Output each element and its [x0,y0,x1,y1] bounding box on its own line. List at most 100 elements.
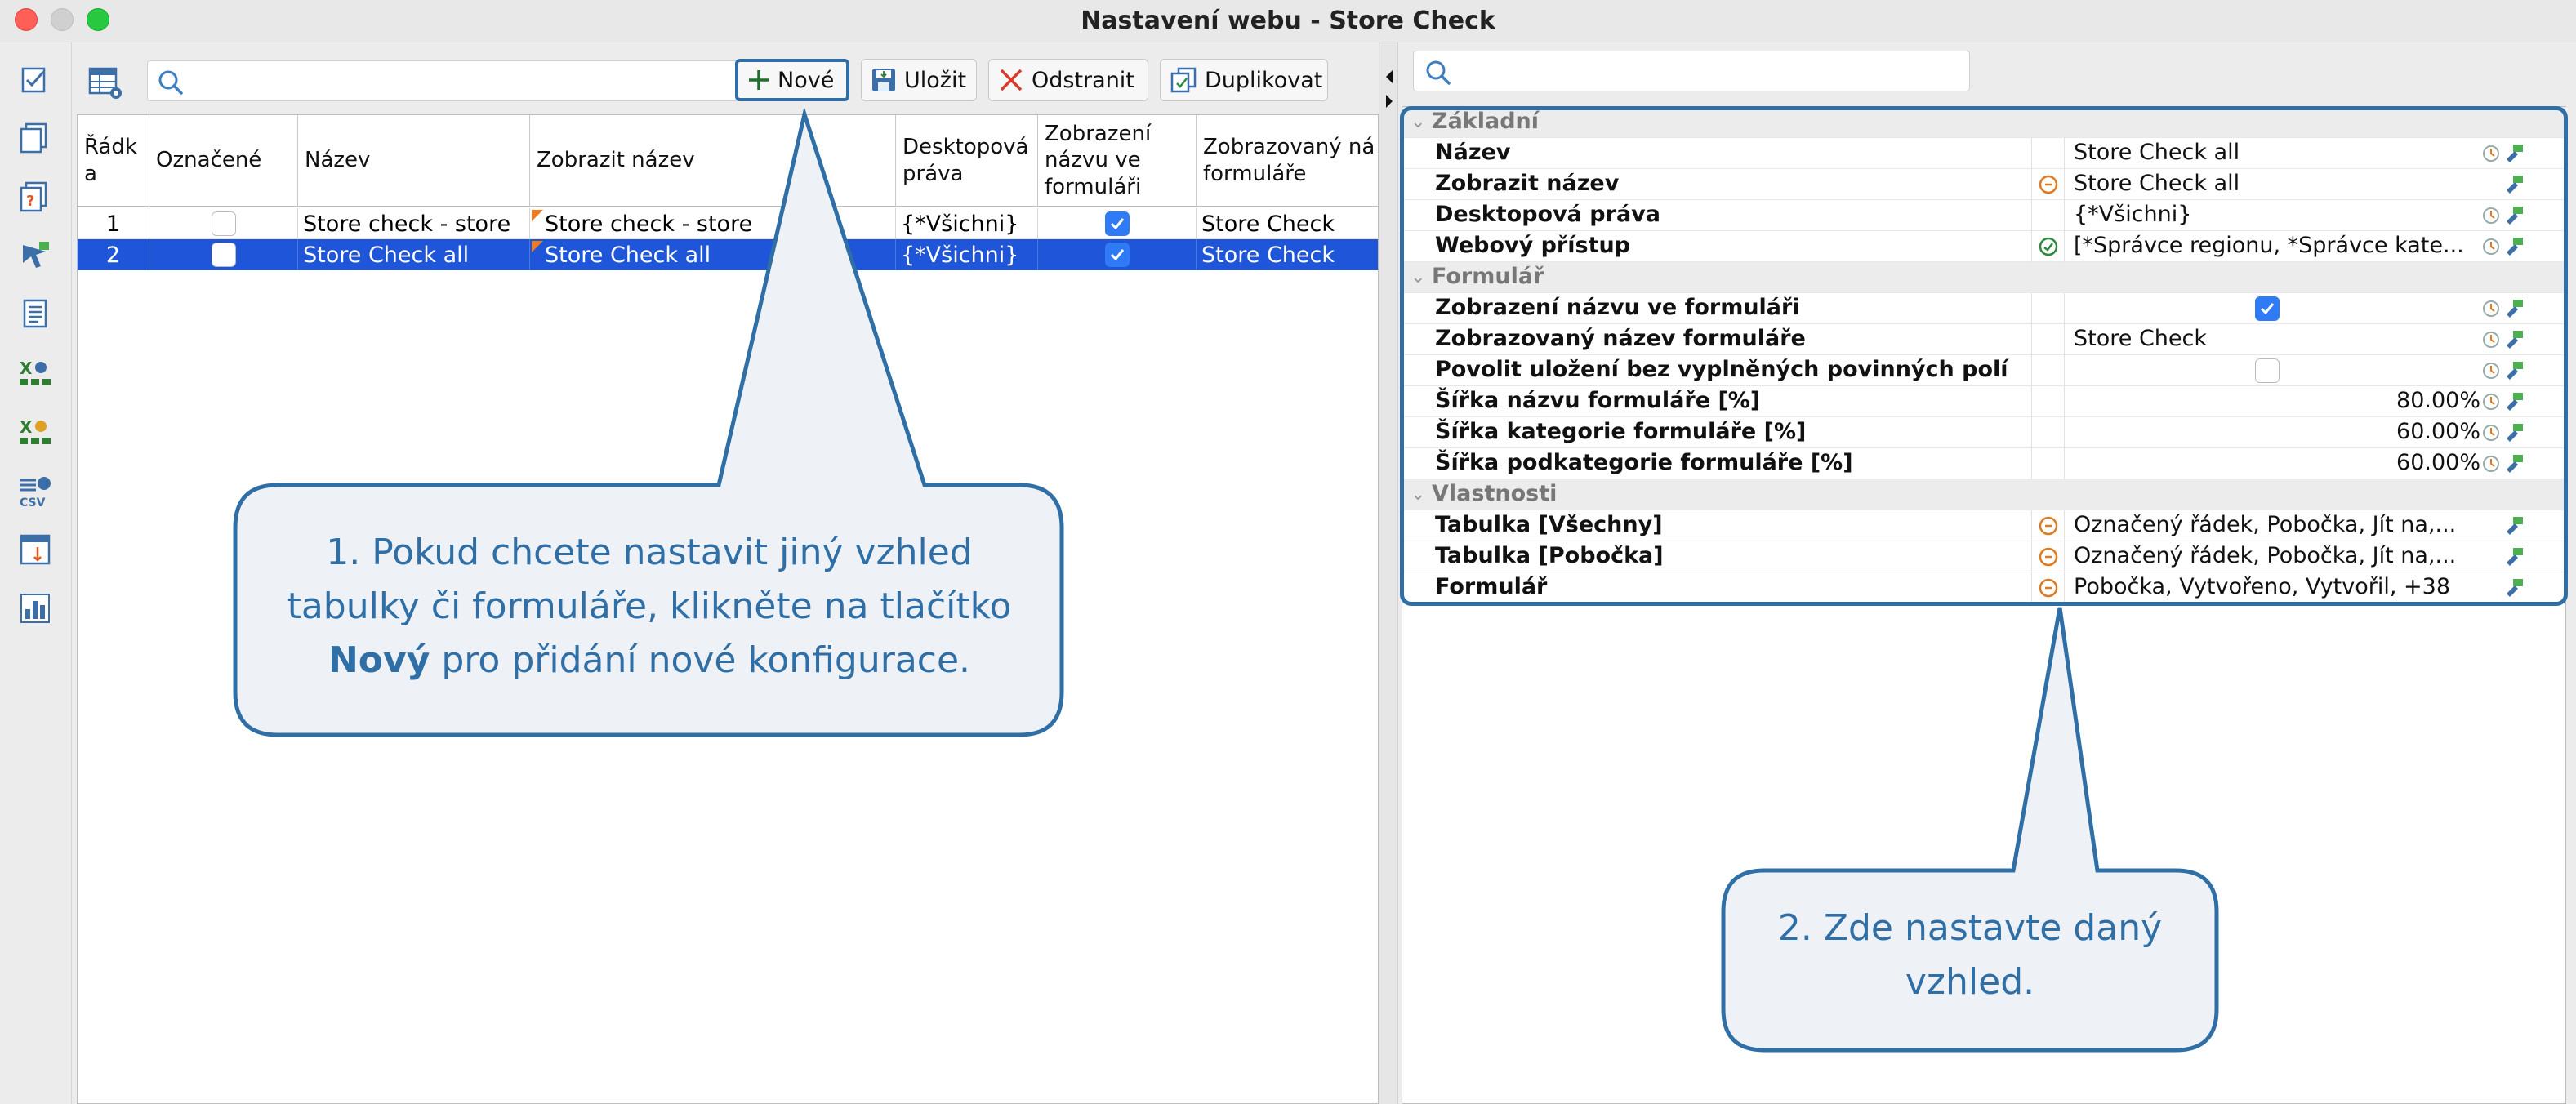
property-value[interactable]: {*Všichni} [2074,202,2191,227]
web-access-icon [2039,237,2058,256]
reset-icon[interactable] [2480,298,2502,319]
reset-icon[interactable] [2480,360,2502,381]
column-header-form-display-name[interactable]: Zobrazovaný ná formuláře [1197,115,1378,207]
property-label: Desktopová práva [1435,202,1660,227]
export-xo-icon[interactable]: X [16,354,54,392]
reset-icon[interactable] [2480,236,2502,257]
allow-save-without-required-checkbox[interactable] [2255,358,2280,383]
property-value[interactable]: 60.00% [2396,419,2480,444]
property-value[interactable]: Store Check [2074,326,2207,351]
edit-flag-icon[interactable] [2503,329,2525,350]
import-xo-icon[interactable]: X [16,413,54,451]
name-cell: Store Check all [298,239,530,270]
column-header-show-name-in-form[interactable]: Zobrazení názvu ve formuláři [1038,115,1197,207]
column-header-row-number[interactable]: Řádk a [78,115,149,207]
row-marked-checkbox[interactable] [211,211,236,236]
property-row[interactable]: Název Store Check all [1402,138,2567,169]
property-row[interactable]: Povolit uložení bez vyplněných povinných… [1402,355,2567,386]
duplicate-button[interactable]: Duplikovat [1160,59,1328,101]
display-name-text: Store Check all [545,242,711,268]
table-sort-icon[interactable] [16,531,54,568]
properties-search-input[interactable] [1413,51,1970,91]
edit-flag-icon[interactable] [2503,577,2525,599]
table-settings-icon[interactable] [87,64,124,101]
edit-flag-icon[interactable] [2503,515,2525,536]
table-search-input[interactable] [147,60,784,101]
reset-icon[interactable] [2480,422,2502,443]
property-label: Tabulka [Pobočka] [1435,543,1664,568]
cursor-flag-icon[interactable] [16,237,54,274]
section-properties[interactable]: ⌄ Vlastnosti [1402,479,2567,510]
callout-1-text: 1. Pokud chcete nastavit jiný vzhled tab… [287,532,1012,681]
property-value[interactable]: Store Check all [2074,171,2240,196]
duplicate-button-label: Duplikovat [1205,67,1323,93]
edit-flag-icon[interactable] [2503,422,2525,443]
name-cell: Store check - store [298,208,530,239]
reset-icon[interactable] [2480,453,2502,474]
property-row[interactable]: Zobrazení názvu ve formuláři [1402,293,2567,324]
property-value[interactable]: Označený řádek, Pobočka, Jít na,... [2074,543,2456,568]
section-basic[interactable]: ⌄ Základní [1402,107,2567,138]
section-form[interactable]: ⌄ Formulář [1402,262,2567,293]
property-value[interactable]: [*Správce regionu, *Správce kate... [2074,233,2464,258]
column-header-name[interactable]: Název [298,115,530,207]
show-name-in-form-checkbox[interactable] [2255,296,2280,321]
property-value[interactable]: Store Check all [2074,140,2240,165]
property-row[interactable]: Zobrazit název Store Check all [1402,169,2567,200]
new-button[interactable]: Nové [735,59,849,101]
property-row[interactable]: Šířka názvu formuláře [%] 80.00% [1402,386,2567,417]
checklist-icon[interactable] [16,60,54,98]
modified-icon [2039,547,2058,567]
edit-flag-icon[interactable] [2503,174,2525,195]
checkmark-icon [2260,303,2275,315]
reset-icon[interactable] [2480,205,2502,226]
column-header-marked[interactable]: Označené [149,115,298,207]
property-row[interactable]: Desktopová práva {*Všichni} [1402,200,2567,231]
edit-flag-icon[interactable] [2503,391,2525,412]
edit-flag-icon[interactable] [2503,236,2525,257]
column-header-desktop-rights[interactable]: Desktopová práva [896,115,1038,207]
reset-icon[interactable] [2480,391,2502,412]
edit-flag-icon[interactable] [2503,298,2525,319]
modified-flag-icon [532,210,543,221]
edit-flag-icon[interactable] [2503,360,2525,381]
modified-flag-icon [532,241,543,252]
property-row[interactable]: Zobrazovaný název formuláře Store Check [1402,324,2567,355]
property-value[interactable]: Pobočka, Vytvořeno, Vytvořil, +38 [2074,574,2450,599]
show-in-form-cell [1038,239,1197,270]
delete-button-label: Odstranit [1032,67,1134,93]
delete-button[interactable]: Odstranit [988,59,1148,101]
panel-splitter[interactable] [1379,42,1398,1104]
bar-chart-icon[interactable] [16,590,54,627]
help-document-icon[interactable]: ? [16,178,54,216]
row-marked-checkbox[interactable] [211,243,236,267]
edit-flag-icon[interactable] [2503,205,2525,226]
table-row-selected[interactable]: 2 Store Check all Store Check all {*Všic… [78,239,1378,270]
show-in-form-checkbox[interactable] [1104,243,1130,267]
property-value[interactable]: Označený řádek, Pobočka, Jít na,... [2074,512,2456,537]
property-row[interactable]: Webový přístup [*Správce regionu, *Správ… [1402,231,2567,262]
edit-flag-icon[interactable] [2503,143,2525,164]
property-value[interactable]: 80.00% [2396,388,2480,413]
edit-flag-icon[interactable] [2503,453,2525,474]
new-button-label: Nové [778,67,835,93]
display-name-cell: Store check - store [530,208,896,239]
copy-icon[interactable] [16,119,54,157]
rights-cell: {*Všichni} [896,239,1038,270]
property-row[interactable]: Tabulka [Pobočka] Označený řádek, Pobočk… [1402,541,2567,572]
property-row[interactable]: Šířka podkategorie formuláře [%] 60.00% [1402,448,2567,479]
show-in-form-checkbox[interactable] [1104,211,1130,236]
column-header-display-name[interactable]: Zobrazit název [530,115,896,207]
collapse-arrows-icon[interactable] [1379,65,1399,114]
list-document-icon[interactable] [16,296,54,333]
csv-icon[interactable]: CSV [16,472,54,510]
edit-flag-icon[interactable] [2503,546,2525,568]
property-row[interactable]: Formulář Pobočka, Vytvořeno, Vytvořil, +… [1402,572,2567,603]
property-row[interactable]: Tabulka [Všechny] Označený řádek, Pobočk… [1402,510,2567,541]
reset-icon[interactable] [2480,329,2502,350]
save-button[interactable]: Uložit [861,59,977,101]
property-row[interactable]: Šířka kategorie formuláře [%] 60.00% [1402,417,2567,448]
table-row[interactable]: 1 Store check - store Store check - stor… [78,208,1378,239]
property-value[interactable]: 60.00% [2396,450,2480,475]
reset-icon[interactable] [2480,143,2502,164]
